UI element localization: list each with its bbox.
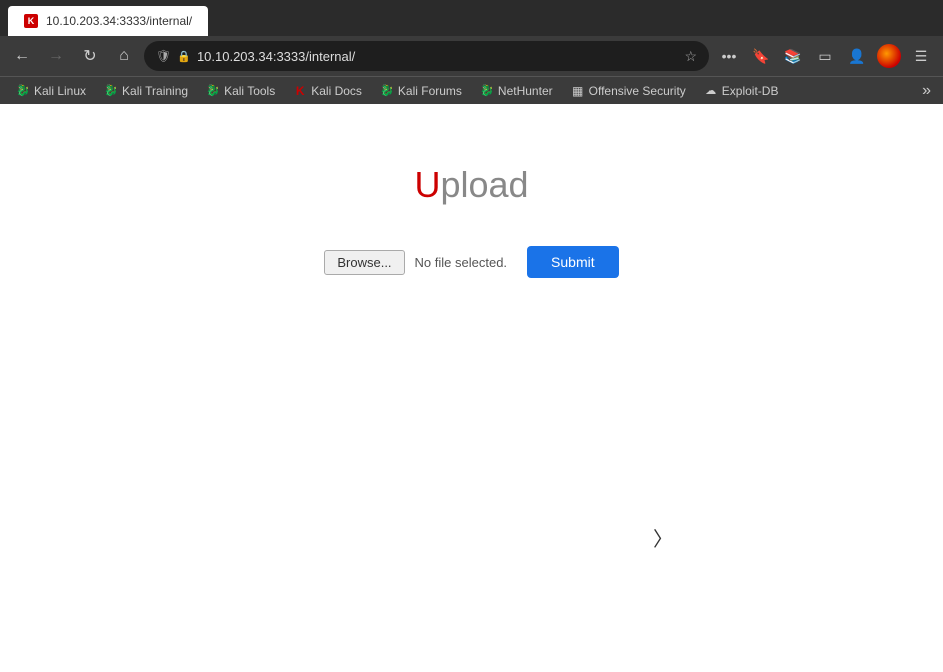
kali-forums-icon: 🐉 <box>380 84 394 98</box>
reload-button[interactable]: ↻ <box>76 42 104 70</box>
bookmark-offensive-security-label: Offensive Security <box>589 84 686 98</box>
forward-button[interactable]: → <box>42 42 70 70</box>
bookmarks-more-button[interactable]: » <box>918 82 935 100</box>
bookmark-kali-training-label: Kali Training <box>122 84 188 98</box>
bookmark-kali-training[interactable]: 🐉 Kali Training <box>96 82 196 100</box>
profile-button[interactable]: 👤 <box>843 42 871 70</box>
bookmark-star-icon[interactable]: ☆ <box>684 48 697 65</box>
page-content: Upload Browse... No file selected. Submi… <box>0 104 943 672</box>
bookmark-kali-forums[interactable]: 🐉 Kali Forums <box>372 82 470 100</box>
no-file-label: No file selected. <box>415 255 508 270</box>
title-rest: pload <box>440 164 528 205</box>
bookmark-kali-forums-label: Kali Forums <box>398 84 462 98</box>
bookmark-nethunter-label: NetHunter <box>498 84 553 98</box>
bookmark-kali-docs[interactable]: K Kali Docs <box>285 82 370 100</box>
bookmark-kali-linux-label: Kali Linux <box>34 84 86 98</box>
bookmark-exploit-db[interactable]: ☁ Exploit-DB <box>696 82 787 100</box>
shield-icon: 🛡 <box>156 49 171 63</box>
nethunter-icon: 🐉 <box>480 84 494 98</box>
browser-chrome: K 10.10.203.34:3333/internal/ ← → ↻ ⌂ 🛡 … <box>0 0 943 104</box>
firefox-logo-icon <box>877 44 901 68</box>
hamburger-button[interactable]: ☰ <box>907 42 935 70</box>
home-button[interactable]: ⌂ <box>110 42 138 70</box>
bookmarks-bar: 🐉 Kali Linux 🐉 Kali Training 🐉 Kali Tool… <box>0 76 943 104</box>
tab-bar: K 10.10.203.34:3333/internal/ <box>0 0 943 36</box>
active-tab[interactable]: K 10.10.203.34:3333/internal/ <box>8 6 208 36</box>
nav-right-buttons: ••• 🔖 📚 ▭ 👤 ☰ <box>715 42 935 70</box>
title-u: U <box>414 164 440 205</box>
bookmark-kali-docs-label: Kali Docs <box>311 84 362 98</box>
kali-tools-icon: 🐉 <box>206 84 220 98</box>
address-bar[interactable]: 🛡 🔒 10.10.203.34:3333/internal/ ☆ <box>144 41 709 71</box>
bookmark-exploit-db-label: Exploit-DB <box>722 84 779 98</box>
bookmark-kali-tools[interactable]: 🐉 Kali Tools <box>198 82 283 100</box>
file-input-area: Browse... No file selected. <box>324 250 507 275</box>
kali-docs-icon: K <box>293 84 307 98</box>
bookmark-nethunter[interactable]: 🐉 NetHunter <box>472 82 561 100</box>
synced-tabs-button[interactable]: 📚 <box>779 42 807 70</box>
page-title: Upload <box>414 164 528 206</box>
kali-linux-icon: 🐉 <box>16 84 30 98</box>
tab-favicon: K <box>24 14 38 28</box>
reader-view-button[interactable]: ▭ <box>811 42 839 70</box>
url-text: 10.10.203.34:3333/internal/ <box>197 49 679 64</box>
firefox-logo-button[interactable] <box>875 42 903 70</box>
exploit-db-icon: ☁ <box>704 84 718 98</box>
bookmark-kali-linux[interactable]: 🐉 Kali Linux <box>8 82 94 100</box>
lock-icon: 🔒 <box>177 50 191 63</box>
bookmark-offensive-security[interactable]: ▦ Offensive Security <box>563 82 694 100</box>
upload-form: Browse... No file selected. Submit <box>324 246 618 278</box>
back-button[interactable]: ← <box>8 42 36 70</box>
browse-button[interactable]: Browse... <box>324 250 404 275</box>
kali-training-icon: 🐉 <box>104 84 118 98</box>
offensive-security-icon: ▦ <box>571 84 585 98</box>
more-options-button[interactable]: ••• <box>715 42 743 70</box>
tab-label: 10.10.203.34:3333/internal/ <box>46 14 192 28</box>
pocket-button[interactable]: 🔖 <box>747 42 775 70</box>
submit-button[interactable]: Submit <box>527 246 619 278</box>
bookmark-kali-tools-label: Kali Tools <box>224 84 275 98</box>
nav-bar: ← → ↻ ⌂ 🛡 🔒 10.10.203.34:3333/internal/ … <box>0 36 943 76</box>
